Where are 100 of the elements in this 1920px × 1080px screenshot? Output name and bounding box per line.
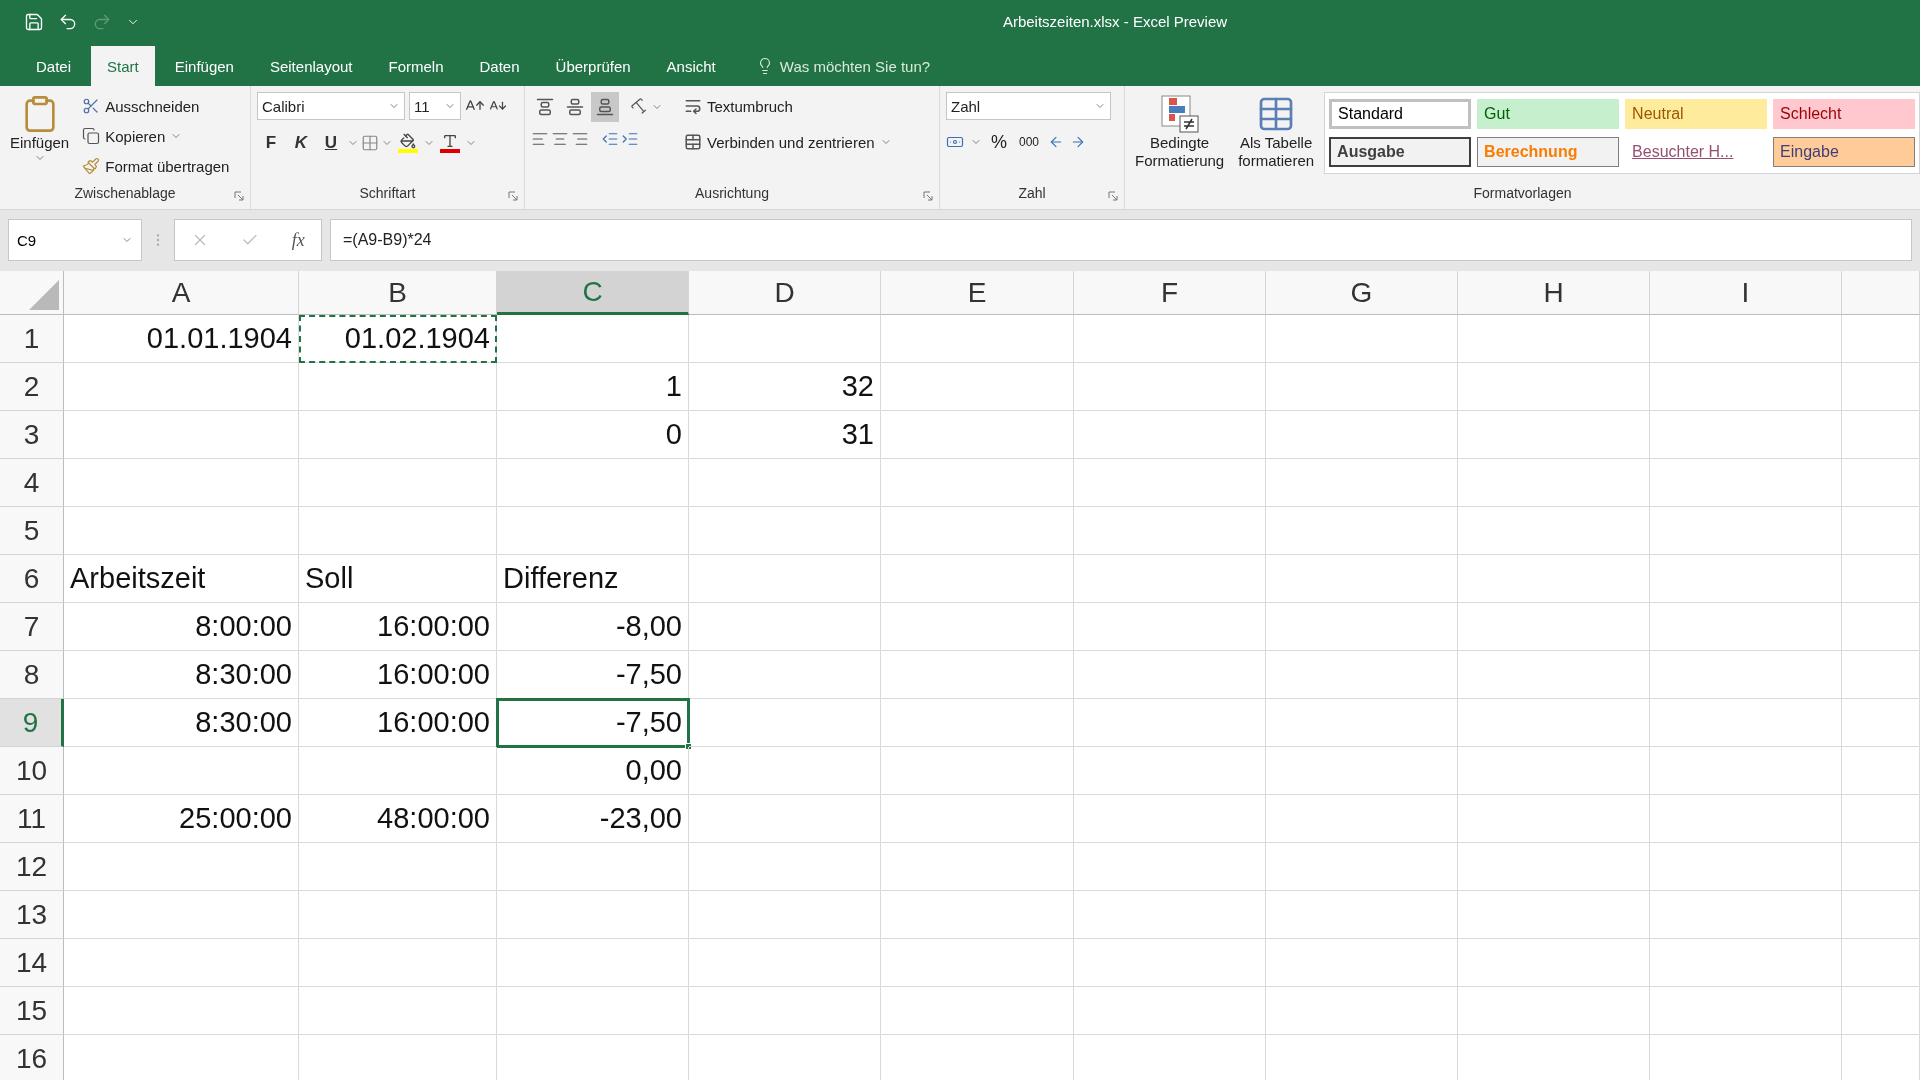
empty-cell[interactable]: [689, 747, 881, 795]
empty-cell[interactable]: [1266, 507, 1458, 555]
empty-cell[interactable]: [689, 603, 881, 651]
empty-cell[interactable]: [497, 987, 689, 1035]
empty-cell[interactable]: [1842, 555, 1920, 603]
number-format-field[interactable]: Zahl: [946, 92, 1111, 120]
table-cell[interactable]: Soll: [299, 555, 497, 603]
table-cell[interactable]: 32: [689, 363, 881, 411]
empty-cell[interactable]: [881, 939, 1074, 987]
empty-cell[interactable]: [1266, 891, 1458, 939]
column-header[interactable]: H: [1458, 271, 1650, 315]
empty-cell[interactable]: [1074, 891, 1266, 939]
insert-function-button[interactable]: fx: [291, 229, 305, 251]
table-cell[interactable]: 25:00:00: [64, 795, 299, 843]
empty-cell[interactable]: [1074, 459, 1266, 507]
fill-handle[interactable]: [685, 743, 692, 750]
percent-button[interactable]: %: [988, 128, 1010, 156]
empty-cell[interactable]: [1266, 363, 1458, 411]
wrap-text-button[interactable]: Textumbruch: [681, 92, 895, 120]
empty-cell[interactable]: [1650, 843, 1842, 891]
empty-cell[interactable]: [299, 891, 497, 939]
row-header[interactable]: 5: [0, 507, 64, 555]
empty-cell[interactable]: [1650, 795, 1842, 843]
empty-cell[interactable]: [881, 603, 1074, 651]
empty-cell[interactable]: [881, 411, 1074, 459]
empty-cell[interactable]: [1650, 459, 1842, 507]
formula-field[interactable]: =(A9-B9)*24: [330, 219, 1912, 261]
table-cell[interactable]: Arbeitszeit: [64, 555, 299, 603]
table-cell[interactable]: 8:30:00: [64, 651, 299, 699]
empty-cell[interactable]: [1842, 843, 1920, 891]
font-name-field[interactable]: Calibri: [257, 92, 405, 120]
empty-cell[interactable]: [689, 891, 881, 939]
empty-cell[interactable]: [1074, 843, 1266, 891]
empty-cell[interactable]: [497, 843, 689, 891]
empty-cell[interactable]: [1266, 459, 1458, 507]
row-header[interactable]: 15: [0, 987, 64, 1035]
empty-cell[interactable]: [881, 987, 1074, 1035]
tell-me-field[interactable]: Was möchten Sie tun?: [755, 46, 931, 86]
empty-cell[interactable]: [689, 795, 881, 843]
table-cell[interactable]: -8,00: [497, 603, 689, 651]
empty-cell[interactable]: [1266, 699, 1458, 747]
empty-cell[interactable]: [1458, 459, 1650, 507]
empty-cell[interactable]: [1842, 699, 1920, 747]
column-header[interactable]: A: [64, 271, 299, 315]
empty-cell[interactable]: [881, 747, 1074, 795]
ribbon-tab[interactable]: Datei: [20, 46, 88, 86]
empty-cell[interactable]: [497, 939, 689, 987]
empty-cell[interactable]: [881, 699, 1074, 747]
save-icon[interactable]: [24, 11, 44, 32]
ribbon-tab[interactable]: Daten: [463, 46, 536, 86]
empty-cell[interactable]: [1266, 843, 1458, 891]
empty-cell[interactable]: [1074, 603, 1266, 651]
empty-cell[interactable]: [881, 555, 1074, 603]
empty-cell[interactable]: [1842, 603, 1920, 651]
empty-cell[interactable]: [1842, 795, 1920, 843]
empty-cell[interactable]: [689, 459, 881, 507]
table-cell[interactable]: 31: [689, 411, 881, 459]
empty-cell[interactable]: [1458, 843, 1650, 891]
row-header[interactable]: 13: [0, 891, 64, 939]
empty-cell[interactable]: [497, 891, 689, 939]
empty-cell[interactable]: [1458, 795, 1650, 843]
row-header[interactable]: 3: [0, 411, 64, 459]
empty-cell[interactable]: [299, 747, 497, 795]
empty-cell[interactable]: [1842, 747, 1920, 795]
table-cell[interactable]: 16:00:00: [299, 699, 497, 747]
empty-cell[interactable]: [689, 987, 881, 1035]
column-header[interactable]: B: [299, 271, 497, 315]
empty-cell[interactable]: [299, 507, 497, 555]
empty-cell[interactable]: [1650, 555, 1842, 603]
empty-cell[interactable]: [881, 843, 1074, 891]
empty-cell[interactable]: [1458, 603, 1650, 651]
column-header[interactable]: E: [881, 271, 1074, 315]
empty-cell[interactable]: [1458, 363, 1650, 411]
row-header[interactable]: 16: [0, 1035, 64, 1080]
dialog-launcher-icon[interactable]: [923, 191, 933, 201]
empty-cell[interactable]: [1266, 555, 1458, 603]
column-header[interactable]: D: [689, 271, 881, 315]
table-cell[interactable]: 48:00:00: [299, 795, 497, 843]
empty-cell[interactable]: [1650, 699, 1842, 747]
merge-center-button[interactable]: Verbinden und zentrieren: [681, 128, 895, 156]
empty-cell[interactable]: [299, 987, 497, 1035]
row-header[interactable]: 6: [0, 555, 64, 603]
empty-cell[interactable]: [1074, 747, 1266, 795]
empty-cell[interactable]: [881, 363, 1074, 411]
empty-cell[interactable]: [1842, 315, 1920, 363]
empty-cell[interactable]: [1074, 699, 1266, 747]
column-header[interactable]: F: [1074, 271, 1266, 315]
empty-cell[interactable]: [1842, 651, 1920, 699]
dialog-launcher-icon[interactable]: [508, 191, 518, 201]
empty-cell[interactable]: [881, 315, 1074, 363]
empty-cell[interactable]: [881, 507, 1074, 555]
ribbon-tab[interactable]: Ansicht: [650, 46, 732, 86]
empty-cell[interactable]: [497, 507, 689, 555]
row-header[interactable]: 9: [0, 699, 64, 747]
column-header[interactable]: I: [1650, 271, 1842, 315]
empty-cell[interactable]: [1842, 987, 1920, 1035]
empty-cell[interactable]: [1650, 363, 1842, 411]
select-all-icon[interactable]: [29, 280, 59, 310]
empty-cell[interactable]: [299, 843, 497, 891]
table-cell[interactable]: 1: [497, 363, 689, 411]
